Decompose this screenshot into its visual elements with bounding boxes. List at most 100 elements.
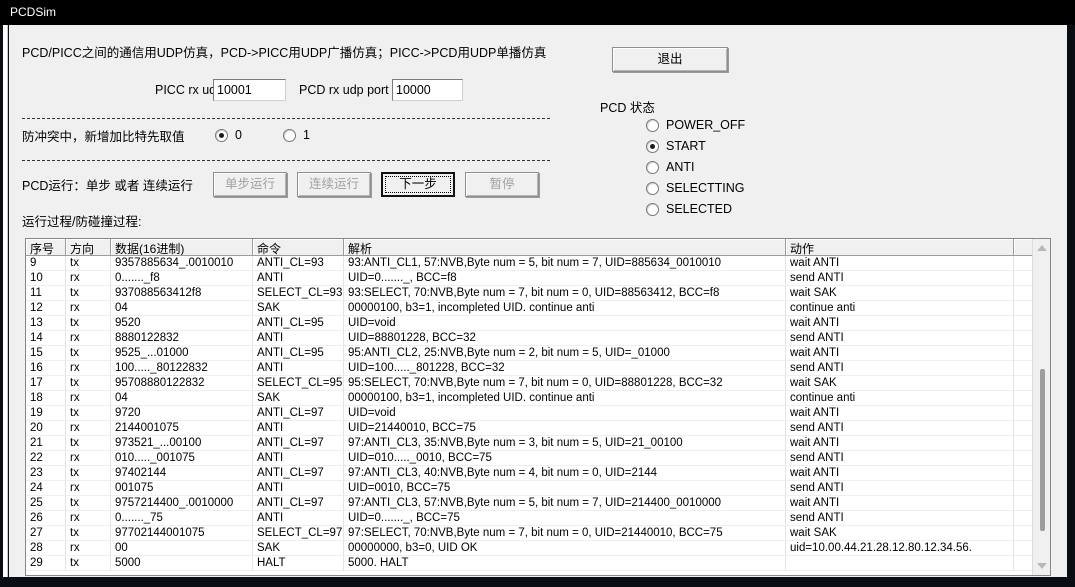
table-cell-blank [1014,556,1033,571]
table-row[interactable]: 9tx9357885634_.0010010ANTI_CL=9393:ANTI_… [26,256,1050,271]
table-cell: 97402144 [111,466,253,481]
table-row[interactable]: 29tx5000HALT5000. HALT [26,556,1050,571]
scrollbar-thumb[interactable] [1040,369,1045,531]
column-header-command[interactable]: 命令 [253,239,344,256]
table-row[interactable]: 24rx001075ANTIUID=0010, BCC=75send ANTI [26,481,1050,496]
table-cell: wait ANTI [786,496,1014,511]
table-cell: SELECT_CL=97 [253,526,344,541]
table-row[interactable]: 11tx937088563412f8SELECT_CL=9393:SELECT,… [26,286,1050,301]
table-row[interactable]: 22rx010....._001075ANTIUID=010....._0010… [26,451,1050,466]
table-cell: 24 [26,481,66,496]
status-radio-selectting[interactable] [646,182,659,195]
table-cell: 22 [26,451,66,466]
table-cell: 9525_...01000 [111,346,253,361]
status-radio-selected[interactable] [646,203,659,216]
table-cell-blank [1014,511,1033,526]
table-row[interactable]: 15tx9525_...01000ANTI_CL=9595:ANTI_CL2, … [26,346,1050,361]
pause-button[interactable]: 暂停 [465,172,539,197]
table-cell: 29 [26,556,66,571]
single-step-run-button[interactable]: 单步运行 [213,172,287,197]
table-cell: 27 [26,526,66,541]
exit-button[interactable]: 退出 [612,47,728,72]
table-cell: send ANTI [786,481,1014,496]
status-radio-selectting-label: SELECTTING [666,181,745,195]
table-row[interactable]: 16rx100....._80122832ANTIUID=100....._80… [26,361,1050,376]
table-cell: 93:SELECT, 70:NVB,Byte num = 7, bit num … [344,286,786,301]
table-row[interactable]: 26rx0......._75ANTIUID=0......._, BCC=75… [26,511,1050,526]
table-row[interactable]: 23tx97402144ANTI_CL=9797:ANTI_CL3, 40:NV… [26,466,1050,481]
table-cell: wait ANTI [786,346,1014,361]
main-window: PCD/PICC之间的通信用UDP仿真，PCD->PICC用UDP广播仿真；PI… [9,25,1067,577]
table-cell: 19 [26,406,66,421]
table-cell: 16 [26,361,66,376]
column-header-parse[interactable]: 解析 [344,239,786,256]
table-row[interactable]: 13tx9520ANTI_CL=95UID=voidwait ANTI [26,316,1050,331]
table-row[interactable]: 12rx04SAK00000100, b3=1, incompleted UID… [26,301,1050,316]
table-cell: ANTI [253,481,344,496]
table-cell-blank [1014,526,1033,541]
table-cell: 00000000, b3=0, UID OK [344,541,786,556]
table-cell: 97:ANTI_CL3, 57:NVB,Byte num = 5, bit nu… [344,496,786,511]
table-cell: 04 [111,391,253,406]
table-cell: SELECT_CL=95 [253,376,344,391]
table-cell: rx [66,541,111,556]
table-cell: send ANTI [786,451,1014,466]
table-cell: 21 [26,436,66,451]
table-cell: continue anti [786,391,1014,406]
table-row[interactable]: 28rx00SAK00000000, b3=0, UID OKuid=10.00… [26,541,1050,556]
table-row[interactable]: 10rx0......._f8ANTIUID=0......._, BCC=f8… [26,271,1050,286]
table-cell: 9757214400_.0010000 [111,496,253,511]
table-row[interactable]: 20rx2144001075ANTIUID=21440010, BCC=75se… [26,421,1050,436]
table-cell: UID=100....._801228, BCC=32 [344,361,786,376]
table-cell-blank [1014,376,1033,391]
table-cell-blank [1014,451,1033,466]
table-cell: 5000 [111,556,253,571]
table-cell: 97702144001075 [111,526,253,541]
table-row[interactable]: 27tx97702144001075SELECT_CL=9797:SELECT,… [26,526,1050,541]
table-cell-blank [1014,286,1033,301]
status-radio-start[interactable] [646,140,659,153]
continuous-run-button[interactable]: 连续运行 [297,172,371,197]
title-bar[interactable]: PCDSim [0,0,1075,25]
table-row[interactable]: 21tx973521_...00100ANTI_CL=9797:ANTI_CL3… [26,436,1050,451]
scroll-up-icon[interactable] [1037,245,1047,251]
table-cell: tx [66,256,111,271]
column-header-direction[interactable]: 方向 [66,239,111,256]
table-row[interactable]: 25tx9757214400_.0010000ANTI_CL=9797:ANTI… [26,496,1050,511]
table-row[interactable]: 17tx95708880122832SELECT_CL=9595:SELECT,… [26,376,1050,391]
table-cell: 0......._75 [111,511,253,526]
status-radio-anti-label: ANTI [666,160,694,174]
table-cell: UID=0......._, BCC=75 [344,511,786,526]
table-cell: wait ANTI [786,436,1014,451]
anticollision-radio-1[interactable] [283,129,296,142]
table-cell: 8880122832 [111,331,253,346]
table-row[interactable]: 18rx04SAK00000100, b3=1, incompleted UID… [26,391,1050,406]
pcd-port-input[interactable] [392,79,463,101]
table-cell: 00000100, b3=1, incompleted UID. continu… [344,301,786,316]
table-cell: 15 [26,346,66,361]
table-cell: ANTI_CL=93 [253,256,344,271]
status-radio-power-off[interactable] [646,119,659,132]
table-body: 9tx9357885634_.0010010ANTI_CL=9393:ANTI_… [26,256,1050,571]
table-cell: rx [66,481,111,496]
vertical-scrollbar[interactable] [1032,239,1050,575]
table-cell: send ANTI [786,511,1014,526]
column-header-action[interactable]: 动作 [786,239,1014,256]
table-row[interactable]: 14rx8880122832ANTIUID=88801228, BCC=32se… [26,331,1050,346]
next-step-button[interactable]: 下一步 [381,172,455,197]
table-cell: tx [66,466,111,481]
table-cell: wait ANTI [786,406,1014,421]
table-row[interactable]: 19tx9720ANTI_CL=97UID=voidwait ANTI [26,406,1050,421]
anticollision-radio-0[interactable] [215,129,228,142]
table-cell: ANTI [253,421,344,436]
picc-port-input[interactable] [213,79,286,101]
column-header-seq[interactable]: 序号 [26,239,66,256]
scroll-down-icon[interactable] [1037,563,1047,569]
table-cell: continue anti [786,301,1014,316]
status-radio-anti[interactable] [646,161,659,174]
table-cell: 20 [26,421,66,436]
column-header-data-hex[interactable]: 数据(16进制) [111,239,253,256]
pcd-port-label: PCD rx udp port [299,83,389,97]
anticollision-radio-0-label: 0 [235,128,242,142]
table-cell: 9 [26,256,66,271]
